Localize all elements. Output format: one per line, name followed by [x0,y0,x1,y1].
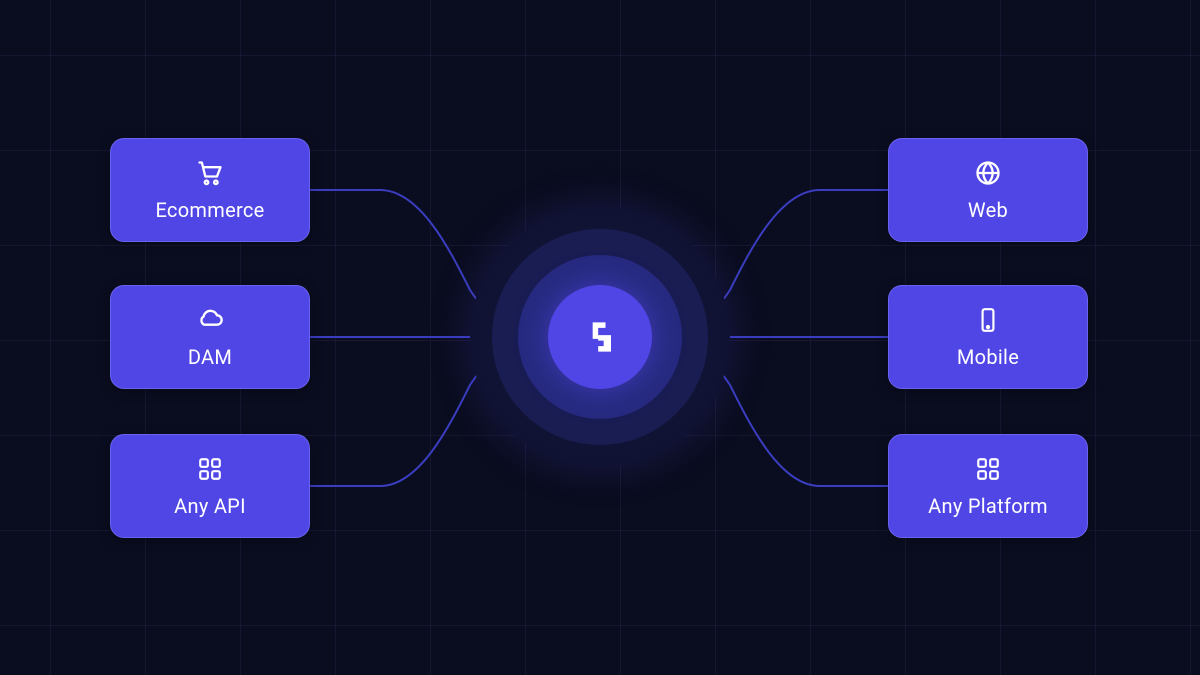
node-label: Web [968,198,1008,222]
hub-logo-icon [577,314,623,360]
node-ecommerce: Ecommerce [110,138,310,242]
cloud-icon [195,305,225,335]
node-label: Any Platform [928,494,1048,518]
node-mobile: Mobile [888,285,1088,389]
node-any-api: Any API [110,434,310,538]
node-dam: DAM [110,285,310,389]
globe-icon [973,158,1003,188]
node-web: Web [888,138,1088,242]
mobile-icon [973,305,1003,335]
grid-icon [195,454,225,484]
node-any-platform: Any Platform [888,434,1088,538]
grid-icon [973,454,1003,484]
node-label: DAM [188,345,232,369]
node-label: Any API [174,494,246,518]
node-label: Ecommerce [155,198,264,222]
node-label: Mobile [957,345,1019,369]
center-hub [470,207,730,467]
cart-icon [195,158,225,188]
